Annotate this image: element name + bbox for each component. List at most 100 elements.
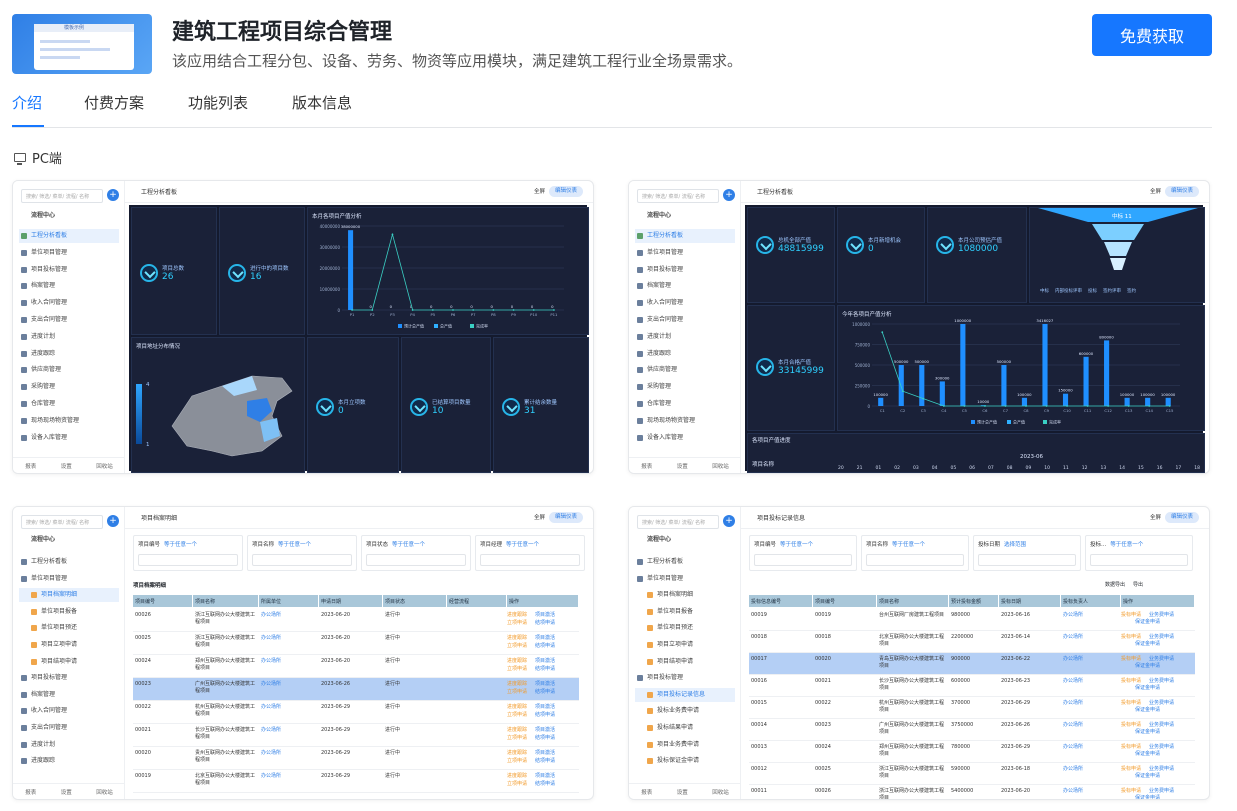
sidebar-item[interactable]: 单位项目报备 xyxy=(19,605,119,619)
table-cell[interactable]: 办公场所 xyxy=(1063,656,1119,663)
sidebar-search[interactable]: 搜索/ 筛选/ 菜单/ 流程/ 名称 xyxy=(637,189,719,203)
sidebar-item[interactable]: 项目投标管理 xyxy=(19,263,119,277)
column-header[interactable]: 项目编号 xyxy=(813,595,876,607)
row-action[interactable]: 结项申请 xyxy=(535,712,555,719)
table-cell[interactable]: 办公场所 xyxy=(1063,612,1119,619)
row-action[interactable]: 立项申请 xyxy=(507,758,527,765)
sidebar-item[interactable]: 采购管理 xyxy=(19,380,119,394)
table-cell[interactable]: 办公场所 xyxy=(1063,744,1119,751)
sidebar-search[interactable]: 搜索/ 筛选/ 菜单/ 流程/ 名称 xyxy=(21,515,103,529)
row-action[interactable]: 进度跟踪 xyxy=(507,612,527,619)
row-action[interactable]: 保证金申请 xyxy=(1135,795,1160,799)
table-cell[interactable]: 办公场所 xyxy=(1063,678,1119,685)
tab-features[interactable]: 功能列表 xyxy=(188,92,248,113)
sidebar-item[interactable]: 进度跟踪 xyxy=(635,347,735,361)
export-data-button[interactable]: 数据导出 xyxy=(1105,581,1125,588)
sidebar-item[interactable]: 投标结果申请 xyxy=(635,721,735,735)
column-header[interactable]: 所属单位 xyxy=(259,595,318,607)
export-button[interactable]: 导出 xyxy=(1133,581,1143,588)
sidebar-item[interactable]: 档案管理 xyxy=(19,279,119,293)
filter-field[interactable]: 项目名称 等于任意一个 xyxy=(861,535,969,571)
row-action[interactable]: 保证金申请 xyxy=(1135,663,1160,670)
sidebar-item[interactable]: 工程分析看板 xyxy=(19,229,119,243)
row-action[interactable]: 项目激活 xyxy=(535,635,555,642)
row-action[interactable]: 立项申请 xyxy=(507,735,527,742)
row-action[interactable]: 项目激活 xyxy=(535,704,555,711)
table-row[interactable]: 00023 广州互联网办公大楼建筑工程项目 办公场所 2023-06-26 进行中 进度跟… xyxy=(133,678,579,701)
sidebar-item[interactable]: 仓库管理 xyxy=(19,397,119,411)
sidebar-item[interactable]: 项目业务费申请 xyxy=(635,738,735,752)
column-header[interactable]: 申请日期 xyxy=(319,595,382,607)
sidebar-item[interactable]: 进度计划 xyxy=(19,738,119,752)
footer-settings[interactable]: 设置 xyxy=(677,462,688,470)
row-action[interactable]: 进度跟踪 xyxy=(507,704,527,711)
row-action[interactable]: 进度跟踪 xyxy=(507,658,527,665)
table-row[interactable]: 00021 长沙互联网办公大楼建筑工程项目 办公场所 2023-06-29 进行中 进度跟… xyxy=(133,724,579,747)
row-action[interactable]: 结项申请 xyxy=(535,643,555,650)
table-cell[interactable]: 办公场所 xyxy=(261,704,317,711)
add-icon[interactable]: + xyxy=(723,189,735,201)
row-action[interactable]: 投标申请 xyxy=(1121,656,1141,663)
column-header[interactable]: 操作 xyxy=(507,595,578,607)
column-header[interactable]: 项目名称 xyxy=(193,595,258,607)
tab-pricing[interactable]: 付费方案 xyxy=(84,92,144,113)
sidebar-item[interactable]: 现场现场物资管理 xyxy=(19,414,119,428)
row-action[interactable]: 保证金申请 xyxy=(1135,685,1160,692)
footer-recycle[interactable]: 回收站 xyxy=(712,788,729,796)
table-row[interactable]: 00018 00018 北京互联网办公大楼建筑工程项目 2200000 2023-06-… xyxy=(749,631,1195,653)
fullscreen-button[interactable]: 全屏 xyxy=(534,513,545,521)
tab-intro[interactable]: 介绍 xyxy=(12,92,42,113)
row-action[interactable]: 业务费申请 xyxy=(1149,788,1174,795)
edit-dashboard-button[interactable]: 编辑仪表 xyxy=(548,512,583,523)
row-action[interactable]: 投标申请 xyxy=(1121,788,1141,795)
table-row[interactable]: 00024 郑州互联网办公大楼建筑工程项目 办公场所 2023-06-20 进行中 进度跟… xyxy=(133,655,579,678)
row-action[interactable]: 保证金申请 xyxy=(1135,641,1160,648)
filter-input[interactable] xyxy=(866,554,964,566)
screenshot-dashboard-1[interactable]: 搜索/ 筛选/ 菜单/ 流程/ 名称 + 流程中心 工程分析看板 单位项目管理 项目… xyxy=(12,180,594,474)
row-action[interactable]: 进度跟踪 xyxy=(507,681,527,688)
filter-operator[interactable]: 等于任意一个 xyxy=(278,542,311,548)
table-cell[interactable]: 办公场所 xyxy=(261,658,317,665)
column-header[interactable]: 项目名称 xyxy=(877,595,948,607)
sidebar-item[interactable]: 进度跟踪 xyxy=(19,347,119,361)
sidebar-item[interactable]: 投标业务费申请 xyxy=(635,704,735,718)
footer-report[interactable]: 报表 xyxy=(641,788,652,796)
table-cell[interactable]: 办公场所 xyxy=(1063,766,1119,773)
sidebar-item[interactable]: 投标保证金申请 xyxy=(635,754,735,768)
row-action[interactable]: 立项申请 xyxy=(507,689,527,696)
table-row[interactable]: 00011 00026 浙江互联网办公大楼建筑工程项目 5400000 2023-06-… xyxy=(749,785,1195,799)
column-header[interactable]: 经营流程 xyxy=(447,595,506,607)
row-action[interactable]: 结项申请 xyxy=(535,735,555,742)
sidebar-item[interactable]: 项目投标管理 xyxy=(19,671,119,685)
add-icon[interactable]: + xyxy=(107,515,119,527)
row-action[interactable]: 保证金申请 xyxy=(1135,707,1160,714)
footer-recycle[interactable]: 回收站 xyxy=(96,462,113,470)
sidebar-item[interactable]: 项目档案明细 xyxy=(19,588,119,603)
row-action[interactable]: 业务费申请 xyxy=(1149,634,1174,641)
filter-operator[interactable]: 等于任意一个 xyxy=(392,542,425,548)
sidebar-item[interactable]: 仓库管理 xyxy=(635,397,735,411)
filter-operator[interactable]: 等于任意一个 xyxy=(1110,542,1143,548)
row-action[interactable]: 投标申请 xyxy=(1121,612,1141,619)
row-action[interactable]: 保证金申请 xyxy=(1135,773,1160,780)
filter-input[interactable] xyxy=(366,554,466,566)
row-action[interactable]: 立项申请 xyxy=(507,781,527,788)
row-action[interactable]: 结项申请 xyxy=(535,666,555,673)
footer-report[interactable]: 报表 xyxy=(25,462,36,470)
row-action[interactable]: 业务费申请 xyxy=(1149,766,1174,773)
sidebar-item[interactable]: 项目结项申请 xyxy=(635,655,735,669)
table-cell[interactable]: 办公场所 xyxy=(261,635,317,642)
sidebar-item[interactable]: 采购管理 xyxy=(635,380,735,394)
sidebar-item[interactable]: 项目档案明细 xyxy=(635,588,735,602)
sidebar-flow-center[interactable]: 流程中心 xyxy=(19,209,119,223)
filter-field[interactable]: 项目编号 等于任意一个 xyxy=(749,535,857,571)
fullscreen-button[interactable]: 全屏 xyxy=(534,187,545,195)
filter-field[interactable]: 投标... 等于任意一个 xyxy=(1085,535,1193,571)
footer-recycle[interactable]: 回收站 xyxy=(96,788,113,796)
sidebar-item[interactable]: 档案管理 xyxy=(19,688,119,702)
sidebar-item[interactable]: 单位项目管理 xyxy=(635,572,735,586)
row-action[interactable]: 投标申请 xyxy=(1121,722,1141,729)
row-action[interactable]: 投标申请 xyxy=(1121,766,1141,773)
column-header[interactable]: 操作 xyxy=(1121,595,1194,607)
filter-operator[interactable]: 等于任意一个 xyxy=(506,542,539,548)
